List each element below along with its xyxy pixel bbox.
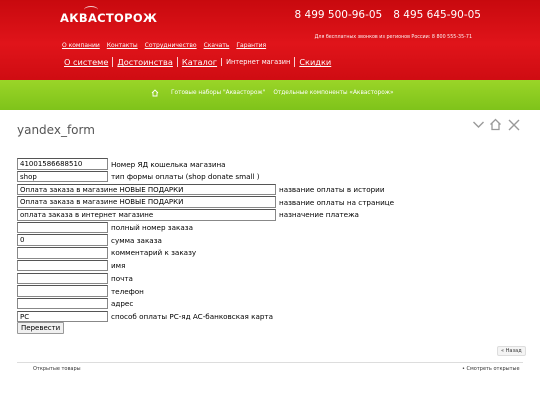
mainnav-catalog[interactable]: Каталог xyxy=(176,57,221,67)
form-row: телефон xyxy=(17,285,144,297)
form-field-input[interactable]: PC xyxy=(17,310,108,323)
mainnav-system[interactable]: О системе xyxy=(64,57,112,67)
form-row: оплата заказа в интернет магазине назначе… xyxy=(17,209,359,221)
breadcrumb-bar: Готовые наборы "Аквасторож" Отдельные ко… xyxy=(0,80,540,110)
form-field-input[interactable] xyxy=(17,247,108,259)
submit-button[interactable]: Перевести xyxy=(17,322,65,334)
form-field-input[interactable]: Оплата заказа в магазине НОВЫЕ ПОДАРКИ xyxy=(17,196,276,208)
form-field-label: Номер ЯД кошелька магазина xyxy=(111,159,226,169)
form-field-input[interactable]: оплата заказа в интернет магазине xyxy=(17,209,276,221)
form-field-label: имя xyxy=(111,261,126,271)
collapse-icon[interactable] xyxy=(472,118,485,131)
form-row: почта xyxy=(17,272,133,285)
form-row: Оплата заказа в магазине НОВЫЕ ПОДАРКИ на… xyxy=(17,196,394,208)
form-field-input[interactable]: 0 xyxy=(17,234,108,246)
main-nav: О системе Достоинства Каталог Интернет м… xyxy=(64,57,335,67)
form-field-label: название оплаты в истории xyxy=(279,184,385,194)
breadcrumb: Готовые наборы "Аквасторож" Отдельные ко… xyxy=(151,89,394,97)
form-field-input[interactable] xyxy=(17,259,108,272)
form-field-input[interactable]: shop xyxy=(17,170,108,183)
page-title: yandex_form xyxy=(17,123,95,137)
form-row: имя xyxy=(17,259,126,272)
breadcrumb-components[interactable]: Отдельные компоненты «Аквасторож» xyxy=(273,90,393,96)
site-header: АКВАСТОРОЖ 8 499 500-96-05 8 495 645-90-… xyxy=(0,0,540,80)
form-field-input[interactable] xyxy=(17,285,108,297)
form-field-label: адрес xyxy=(111,299,134,309)
form-field-label: тип формы оплаты (shop donate small ) xyxy=(111,172,260,182)
phone-2: 8 495 645-90-05 xyxy=(393,9,481,21)
form-row: shop тип формы оплаты (shop donate small … xyxy=(17,170,260,183)
form-field-label: сумма заказа xyxy=(111,235,162,245)
form-row: адрес xyxy=(17,297,134,310)
topnav-cooperation[interactable]: Сотрудничество xyxy=(145,42,197,49)
site-logo[interactable]: АКВАСТОРОЖ xyxy=(60,11,157,25)
form-row: полный номер заказа xyxy=(17,221,194,234)
home-icon[interactable] xyxy=(151,89,159,97)
topnav-warranty[interactable]: Гарантия xyxy=(236,42,266,49)
form-field-input[interactable]: 410015866885​10 xyxy=(17,158,108,170)
form-field-label: полный номер заказа xyxy=(111,223,194,232)
breadcrumb-ready-sets[interactable]: Готовые наборы "Аквасторож" xyxy=(171,90,265,96)
form-field-input[interactable] xyxy=(17,272,108,285)
form-field-label: телефон xyxy=(111,286,144,296)
phone-1: 8 499 500-96-05 xyxy=(294,9,383,21)
form-field-input[interactable] xyxy=(17,297,108,310)
topnav-about[interactable]: О компании xyxy=(62,42,100,49)
mainnav-discounts[interactable]: Скидки xyxy=(294,57,335,67)
form-row: 0 сумма заказа xyxy=(17,234,162,246)
footer-divider xyxy=(17,362,523,363)
footer-open-products[interactable]: Открытые товары xyxy=(33,366,81,372)
form-field-label: комментарий к заказу xyxy=(111,248,197,258)
mainnav-advantages[interactable]: Достоинства xyxy=(112,57,176,67)
phone-numbers: 8 499 500-96-05 8 495 645-90-05 xyxy=(295,9,482,21)
mainnav-shop[interactable]: Интернет магазин xyxy=(221,58,294,66)
top-nav: О компании Контакты Сотрудничество Скача… xyxy=(62,42,266,49)
form-row: Оплата заказа в магазине НОВЫЕ ПОДАРКИ на… xyxy=(17,183,385,196)
form-row: 410015866885​10 Номер ЯД кошелька магазин… xyxy=(17,158,226,170)
home-outline-icon[interactable] xyxy=(489,118,502,131)
form-row: PC способ оплаты PC-яд AC-банковская карт… xyxy=(17,310,273,323)
form-field-label: способ оплаты PC-яд AC-банковская карта xyxy=(111,311,273,321)
form-row: комментарий к заказу xyxy=(17,247,196,259)
close-icon[interactable] xyxy=(507,118,521,132)
page: АКВАСТОРОЖ 8 499 500-96-05 8 495 645-90-… xyxy=(0,0,540,405)
form-field-label: назначение платежа xyxy=(279,210,359,220)
free-call-note: Для бесплатных звонков из регионов Росси… xyxy=(314,35,472,40)
topnav-download[interactable]: Скачать xyxy=(204,42,230,49)
form-field-input[interactable]: Оплата заказа в магазине НОВЫЕ ПОДАРКИ xyxy=(17,183,276,196)
back-button[interactable]: « Назад xyxy=(497,346,526,356)
form-field-label: почта xyxy=(111,273,133,283)
form-field-input[interactable] xyxy=(17,221,108,234)
topnav-contacts[interactable]: Контакты xyxy=(107,42,138,49)
form-field-label: название оплаты на странице xyxy=(279,197,395,207)
footer-view-open[interactable]: • Смотреть открытые xyxy=(462,366,520,372)
